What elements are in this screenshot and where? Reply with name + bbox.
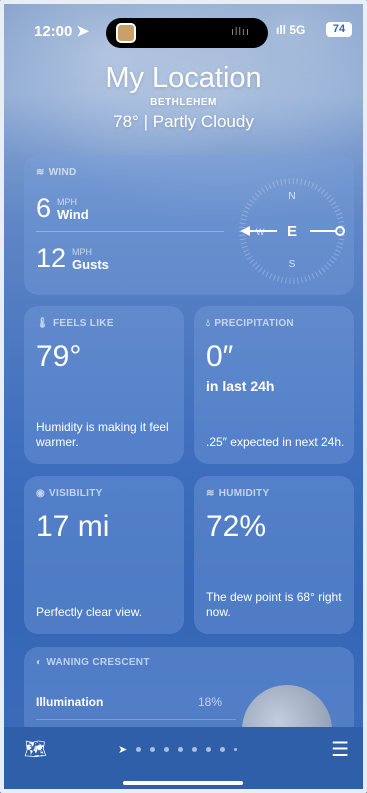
wind-card[interactable]: ≋ WIND 6 MPH Wind 12 MPH Gusts N S E W <box>24 155 354 295</box>
location-header: My Location BETHLEHEM 78° | Partly Cloud… <box>0 62 367 132</box>
battery-indicator: 74 <box>326 22 352 37</box>
feels-like-note: Humidity is making it feel warmer. <box>36 420 169 449</box>
avatar <box>116 23 136 43</box>
illumination-value: 18% <box>198 695 223 709</box>
city-name: BETHLEHEM <box>150 97 217 108</box>
page-dot <box>178 747 184 752</box>
dynamic-island[interactable]: ıllıı <box>106 18 268 48</box>
page-dot <box>150 747 156 752</box>
precipitation-note: .25″ expected in next 24h. <box>206 435 345 449</box>
page-dot <box>192 747 198 752</box>
humidity-card[interactable]: ≋ HUMIDITY 72% The dew point is 68° right… <box>194 476 354 634</box>
feels-like-value: 79° <box>36 340 82 373</box>
precipitation-period: in last 24h <box>206 378 275 394</box>
humidity-value: 72% <box>206 510 267 543</box>
compass-east: E <box>287 223 297 240</box>
compass-west: W <box>256 227 265 237</box>
wind-icon: ≋ <box>36 167 45 178</box>
location-arrow-icon: ➤ <box>118 744 128 756</box>
wind-gusts: 12 MPH Gusts <box>36 243 109 273</box>
precipitation-value: 0″ <box>206 340 234 373</box>
humidity-icon: ≋ <box>206 488 215 499</box>
eye-icon: ◉ <box>36 488 46 499</box>
page-dot <box>234 748 238 751</box>
list-icon[interactable]: ☰ <box>331 737 349 762</box>
wind-speed: 6 MPH Wind <box>36 193 89 223</box>
compass-south: S <box>289 259 296 270</box>
visibility-note: Perfectly clear view. <box>36 605 143 619</box>
precipitation-card[interactable]: 💧︎ PRECIPITATION 0″ in last 24h .25″ expe… <box>194 306 354 464</box>
drop-icon: 💧︎ <box>206 318 211 329</box>
divider <box>36 719 236 720</box>
divider <box>36 231 224 232</box>
current-conditions: 78° | Partly Cloudy <box>113 112 254 131</box>
map-icon[interactable]: 🗺︎ <box>24 739 47 760</box>
page-dot <box>206 747 212 752</box>
home-indicator[interactable] <box>123 781 243 785</box>
location-arrow-icon: ➤ <box>76 23 90 40</box>
visibility-value: 17 mi <box>36 510 110 543</box>
status-bar: 12:00 ➤ ıllıı ıll 5G 74 <box>0 18 367 48</box>
page-dot <box>164 747 170 752</box>
feels-like-card[interactable]: 🌡︎ FEELS LIKE 79° Humidity is making it f… <box>24 306 184 464</box>
page-indicator[interactable]: ➤ <box>118 743 238 756</box>
wind-compass: N S E W <box>239 178 345 284</box>
location-title: My Location <box>105 62 262 94</box>
page-dot <box>220 747 226 752</box>
illumination-label: Illumination <box>36 695 104 709</box>
moon-card[interactable]: ◐ WANING CRESCENT Illumination 18% <box>24 647 354 775</box>
humidity-note: The dew point is 68° right now. <box>206 590 342 619</box>
visibility-card[interactable]: ◉ VISIBILITY 17 mi Perfectly clear view. <box>24 476 184 634</box>
audio-wave-icon: ıllıı <box>230 26 250 38</box>
signal-indicator: ıll 5G <box>276 23 306 37</box>
signal-icon: ıll <box>276 23 287 37</box>
compass-north: N <box>288 191 295 202</box>
moon-icon: ◐ <box>36 657 43 668</box>
wind-card-label: ≋ WIND <box>36 167 77 178</box>
status-time: 12:00 ➤ <box>34 23 90 40</box>
thermometer-icon: 🌡︎ <box>36 318 49 329</box>
page-dot <box>136 747 142 752</box>
